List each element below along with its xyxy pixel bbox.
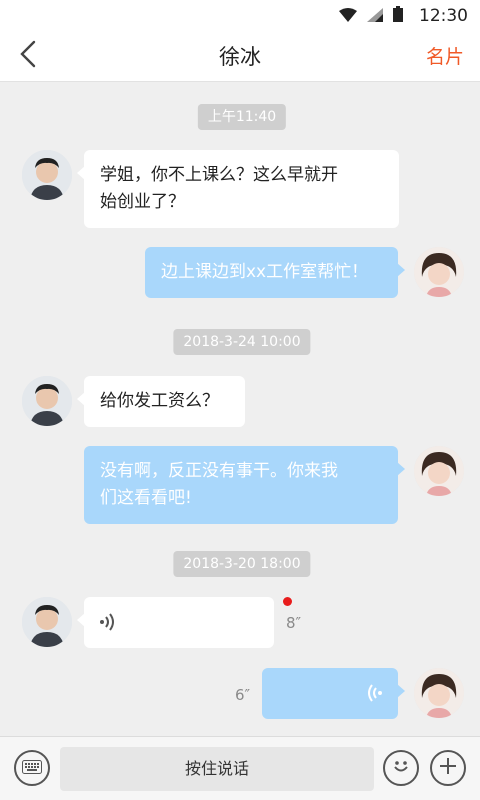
hold-to-talk-button[interactable]: 按住说话	[60, 747, 374, 791]
chevron-left-icon	[19, 40, 37, 72]
timestamp: 2018-3-20 18:00	[173, 551, 311, 577]
avatar-contact[interactable]	[22, 376, 72, 426]
voice-message-sent[interactable]	[262, 668, 405, 719]
message-bubble-received[interactable]: 学姐，你不上课么？这么早就开 始创业了？	[77, 150, 399, 228]
chat-title: 徐冰	[219, 45, 261, 69]
back-button[interactable]	[10, 38, 46, 74]
timestamp: 2018-3-24 10:00	[173, 329, 311, 355]
avatar-contact[interactable]	[22, 597, 72, 647]
voice-duration: 8″	[286, 614, 302, 632]
keyboard-toggle-button[interactable]	[14, 750, 50, 786]
message-text-line: 边上课边到xx工作室帮忙！	[161, 262, 369, 282]
voice-message-received[interactable]	[77, 597, 274, 648]
plus-icon	[438, 756, 458, 780]
message-text-line: 始创业了？	[100, 192, 185, 212]
unread-dot	[283, 597, 292, 606]
more-button[interactable]	[430, 750, 466, 786]
voice-wave-icon	[98, 611, 120, 642]
nav-bar: 徐冰 名片	[0, 32, 480, 82]
avatar-self[interactable]	[414, 446, 464, 496]
keyboard-icon	[22, 759, 42, 778]
message-text-line: 们这看看吧!	[100, 488, 192, 508]
input-bar: 按住说话	[0, 736, 480, 800]
status-time: 12:30	[419, 6, 468, 26]
wifi-icon	[339, 7, 357, 26]
chat-area[interactable]: 上午11:40 学姐，你不上课么？这么早就开 始创业了？ 边上课边到xx工作室帮…	[0, 82, 480, 736]
status-bar: 12:30	[0, 0, 480, 32]
timestamp: 上午11:40	[197, 104, 287, 130]
message-bubble-sent[interactable]: 没有啊，反正没有事干。你来我 们这看看吧!	[84, 446, 405, 524]
signal-icon	[367, 7, 383, 26]
battery-icon	[393, 6, 403, 26]
message-bubble-sent[interactable]: 边上课边到xx工作室帮忙！	[145, 247, 405, 298]
voice-duration: 6″	[235, 686, 251, 704]
message-text-line: 学姐，你不上课么？这么早就开	[100, 165, 338, 185]
emoji-button[interactable]	[383, 750, 419, 786]
voice-wave-icon	[362, 682, 384, 713]
message-bubble-received[interactable]: 给你发工资么？	[77, 376, 245, 427]
emoji-icon	[391, 756, 411, 780]
avatar-contact[interactable]	[22, 150, 72, 200]
message-text-line: 没有啊，反正没有事干。你来我	[100, 461, 338, 481]
avatar-self[interactable]	[414, 668, 464, 718]
profile-card-button[interactable]: 名片	[426, 32, 464, 82]
avatar-self[interactable]	[414, 247, 464, 297]
message-text-line: 给你发工资么？	[100, 391, 219, 411]
